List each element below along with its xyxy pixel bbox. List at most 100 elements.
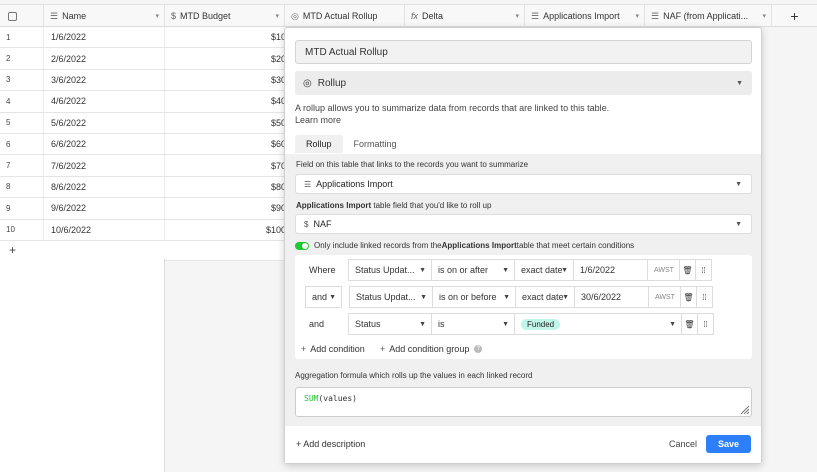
name-cell[interactable]: 3/6/2022 [44,69,165,91]
trash-icon[interactable]: 🗑 [680,286,697,308]
budget-cell[interactable]: $20 [165,48,290,68]
budget-cell[interactable]: $70 [165,155,290,175]
caret-down-icon: ▼ [561,266,568,274]
condition-operator-value: is [438,319,445,329]
condition-date-mode-select[interactable]: exact date ▼ [514,259,574,281]
conditions-toggle[interactable] [295,241,309,250]
field-type-select[interactable]: ◎ Rollup ▼ [295,71,752,95]
save-button[interactable]: Save [706,435,751,453]
budget-cell[interactable]: $10 [165,27,290,47]
add-condition-group-button[interactable]: + Add condition group? [380,344,483,354]
condition-date-mode-value: exact date [522,292,564,302]
name-cell[interactable]: 9/6/2022 [44,198,165,219]
row-number: 4 [0,91,44,112]
name-cell[interactable]: 8/6/2022 [44,176,165,198]
condition-field-value: Status [355,319,381,329]
caret-down-icon: ▼ [502,320,509,328]
plus-icon: + [380,344,386,354]
condition-date-input[interactable]: 30/6/2022 [574,286,649,308]
condition-field-select[interactable]: Status Updat... ▼ [349,286,433,308]
table-row[interactable]: 3 3/6/2022 $30 [0,69,290,92]
field-name-input[interactable]: MTD Actual Rollup [295,40,752,64]
budget-cell[interactable]: $40 [165,91,290,111]
resize-handle-icon[interactable] [739,404,749,414]
help-icon[interactable]: ? [474,345,483,353]
budget-cell[interactable]: $80 [165,177,290,197]
add-description-button[interactable]: + Add description [296,439,365,449]
cancel-button[interactable]: Cancel [669,439,697,449]
chevron-down-icon[interactable]: ▾ [275,12,279,20]
budget-cell[interactable]: $60 [165,134,290,154]
condition-conjunction-value: and [312,292,328,302]
caret-down-icon: ▼ [735,220,742,228]
drag-handle-icon[interactable]: ⁞⁞ [697,313,714,335]
rollup-field-select[interactable]: $ NAF ▼ [295,214,752,234]
tab-formatting[interactable]: Formatting [343,135,408,153]
table-row[interactable]: 10 10/6/2022 $100 [0,219,290,241]
condition-operator-select[interactable]: is on or before ▼ [432,286,516,308]
column-header-mtd-actual-rollup[interactable]: ◎ MTD Actual Rollup [285,5,405,27]
formula-function: SUM [304,394,319,403]
table-row[interactable]: 6 6/6/2022 $60 [0,133,290,156]
link-field-select[interactable]: ☰ Applications Import ▼ [295,174,752,194]
condition-operator-select[interactable]: is on or after ▼ [431,259,515,281]
chevron-down-icon[interactable]: ▾ [635,12,639,20]
rollup-field-label-text: table field that you'd like to roll up [371,201,492,210]
condition-operator-select[interactable]: is ▼ [431,313,515,335]
table-row[interactable]: 4 4/6/2022 $40 [0,91,290,113]
condition-value-select[interactable]: Funded ▼ [514,313,682,335]
table-row[interactable]: 9 9/6/2022 $90 [0,198,290,220]
budget-cell[interactable]: $50 [165,113,290,133]
status-badge: Funded [521,318,561,330]
table-row[interactable]: 8 8/6/2022 $80 [0,176,290,199]
caret-down-icon: ▼ [329,293,336,301]
select-all-checkbox[interactable] [0,5,44,27]
row-number: 5 [0,112,44,133]
name-cell[interactable]: 4/6/2022 [44,91,165,112]
aggregation-formula-input[interactable]: SUM(values) [295,387,752,417]
name-cell[interactable]: 10/6/2022 [44,219,165,240]
rollup-icon: ◎ [303,77,312,89]
chevron-down-icon[interactable]: ▾ [515,12,519,20]
table-row[interactable]: 5 5/6/2022 $50 [0,112,290,134]
table-row[interactable]: 2 2/6/2022 $20 [0,48,290,70]
chevron-down-icon[interactable]: ▾ [155,12,159,20]
toggle-text: Only include linked records from the [314,241,442,250]
caret-down-icon: ▼ [502,266,509,274]
condition-field-select[interactable]: Status Updat... ▼ [348,259,432,281]
condition-row: Where Status Updat... ▼ is on or after ▼ e… [305,259,712,281]
chevron-down-icon[interactable]: ▾ [762,12,766,20]
add-column-button[interactable]: + [772,4,817,27]
name-cell[interactable]: 5/6/2022 [44,112,165,133]
learn-more-link[interactable]: Learn more [295,114,609,126]
drag-handle-icon[interactable]: ⁞⁞ [696,286,713,308]
column-header-applications-import[interactable]: ☰ Applications Import ▾ [525,5,645,27]
column-header-name[interactable]: ☰ Name ▾ [44,5,165,27]
tab-rollup[interactable]: Rollup [295,135,343,153]
timezone-label: AWST [647,259,680,281]
name-cell[interactable]: 1/6/2022 [44,27,165,48]
grid-empty-area [0,258,165,472]
condition-date-mode-select[interactable]: exact date ▼ [515,286,575,308]
column-label: NAF (from Applicati... [663,11,749,21]
budget-cell[interactable]: $30 [165,70,290,90]
column-label: Applications Import [543,11,620,21]
drag-handle-icon[interactable]: ⁞⁞ [695,259,712,281]
caret-down-icon: ▼ [503,293,510,301]
name-cell[interactable]: 2/6/2022 [44,48,165,69]
trash-icon[interactable]: 🗑 [681,313,698,335]
column-header-mtd-budget[interactable]: $ MTD Budget ▾ [165,5,285,27]
name-cell[interactable]: 7/6/2022 [44,155,165,176]
condition-conjunction-select[interactable]: and ▼ [305,286,342,308]
trash-icon[interactable]: 🗑 [679,259,696,281]
table-row[interactable]: 1 1/6/2022 $10 [0,27,290,49]
budget-cell[interactable]: $90 [165,198,290,218]
table-row[interactable]: 7 7/6/2022 $70 [0,155,290,177]
condition-field-select[interactable]: Status ▼ [348,313,432,335]
budget-cell[interactable]: $100 [165,220,290,240]
name-cell[interactable]: 6/6/2022 [44,133,165,155]
column-header-delta[interactable]: fx Delta ▾ [405,5,525,27]
column-header-naf[interactable]: ☰ NAF (from Applicati... ▾ [645,5,772,27]
condition-date-input[interactable]: 1/6/2022 [573,259,648,281]
add-condition-button[interactable]: + Add condition [301,344,365,354]
